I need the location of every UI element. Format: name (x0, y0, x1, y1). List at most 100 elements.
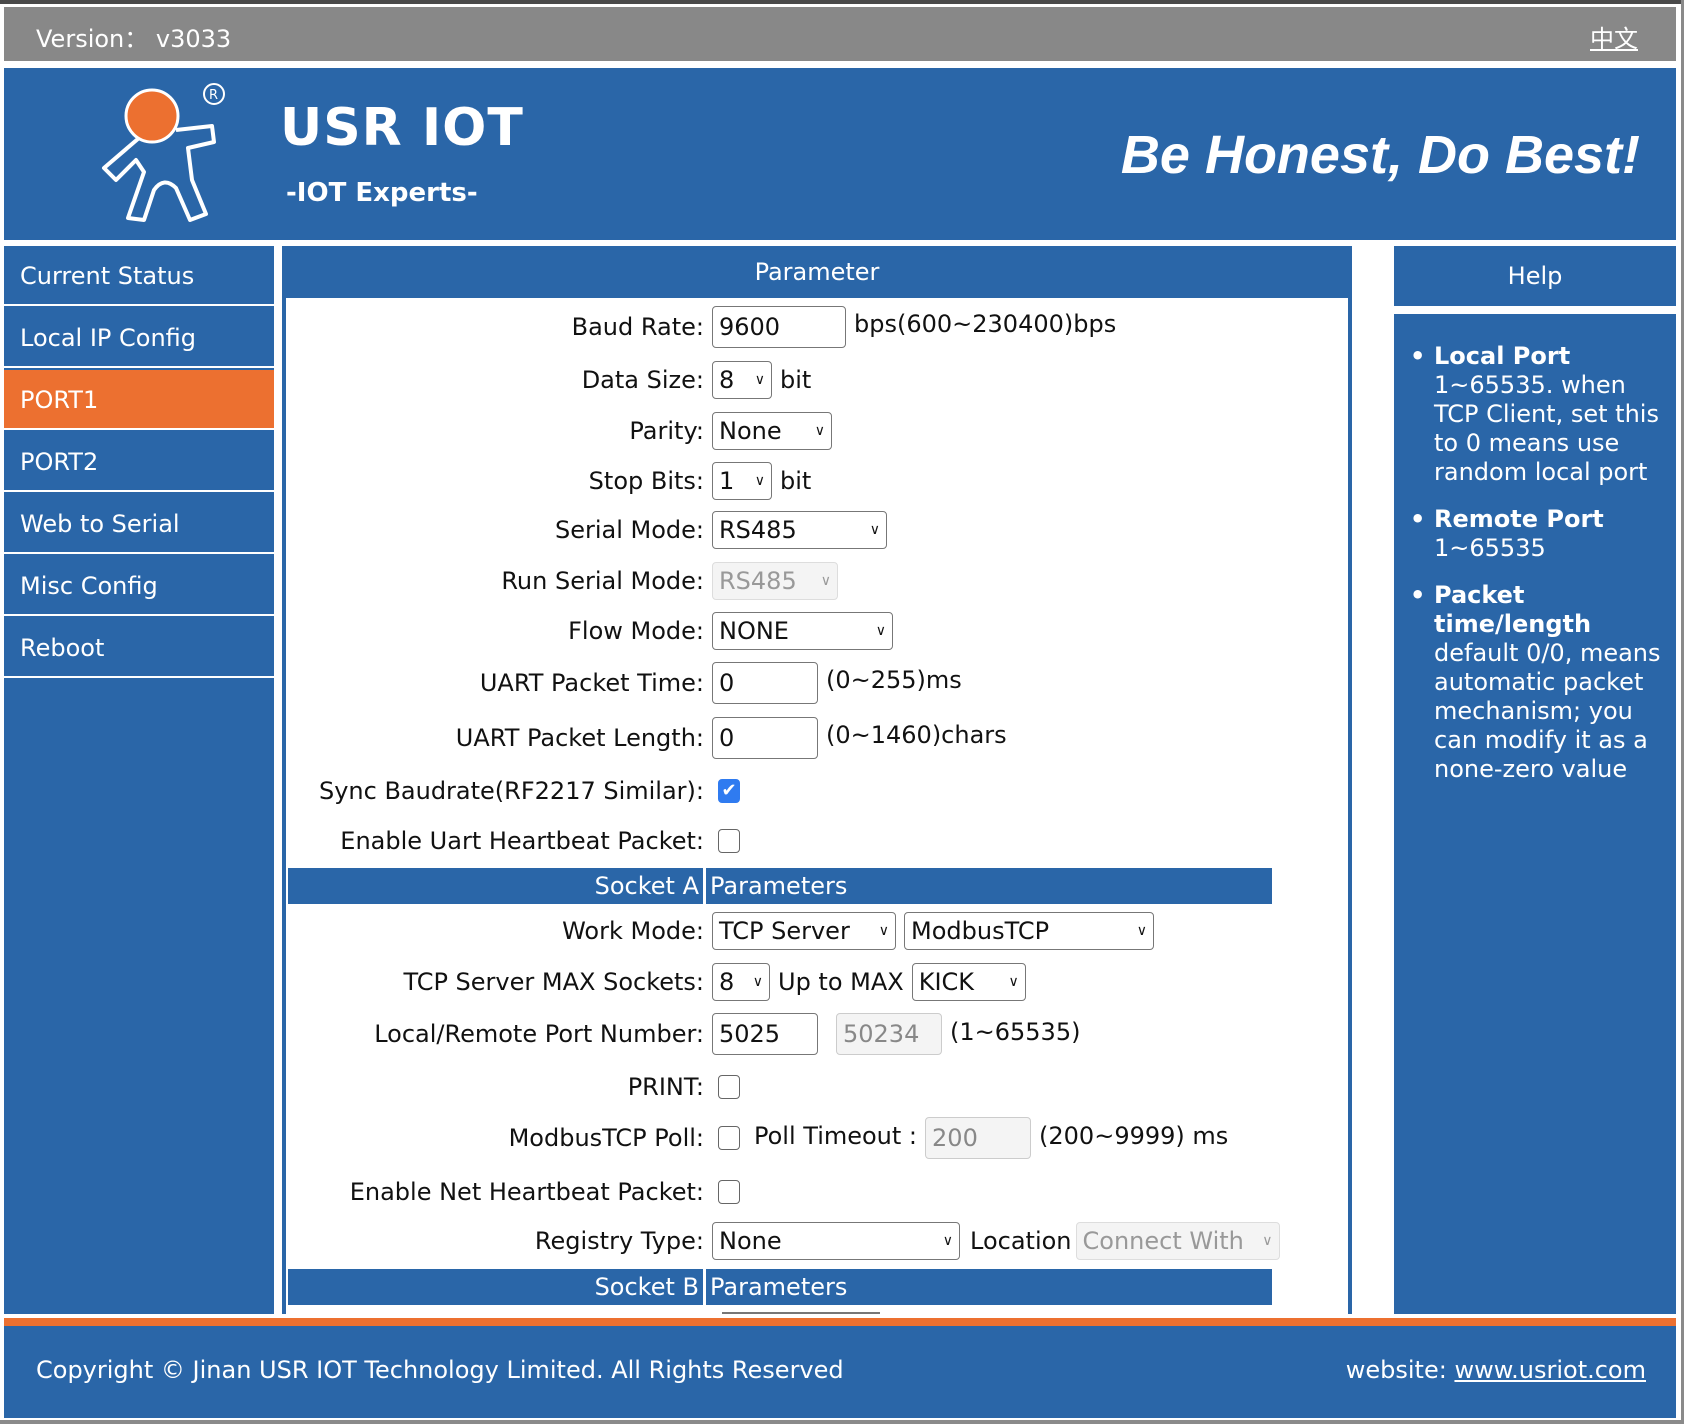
run-serial-mode-row: Run Serial Mode: RS485 ∨ (286, 559, 1348, 603)
uart-packet-length-label: UART Packet Length: (455, 724, 704, 752)
chevron-down-icon: ∨ (754, 473, 765, 489)
print-checkbox[interactable] (718, 1075, 740, 1099)
parity-value: None (719, 417, 782, 445)
flow-mode-label: Flow Mode: (568, 617, 704, 645)
parameter-panel-title: Parameter (754, 258, 880, 286)
sidebar-item-current-status[interactable]: Current Status (4, 246, 274, 306)
chevron-down-icon: ∨ (869, 522, 880, 538)
website-link[interactable]: www.usriot.com (1454, 1356, 1646, 1384)
chevron-down-icon: ∨ (814, 423, 825, 439)
uart-packet-time-label: UART Packet Time: (479, 669, 704, 697)
window-bottom-edge (0, 1420, 1684, 1424)
baud-rate-row: Baud Rate: 9600 bps(600~230400)bps (286, 305, 1348, 349)
help-item-remote-port: • Remote Port 1~65535 (1410, 505, 1666, 563)
sidebar-item-misc-config[interactable]: Misc Config (4, 556, 274, 616)
uart-packet-length-input[interactable]: 0 (712, 717, 818, 759)
uart-heartbeat-checkbox[interactable] (718, 829, 740, 853)
brand-subtitle: -IOT Experts- (286, 178, 478, 208)
uart-packet-length-hint: (0~1460)chars (826, 721, 1007, 749)
baud-rate-hint: bps(600~230400)bps (854, 310, 1117, 338)
print-row: PRINT: (286, 1065, 1348, 1109)
modbus-poll-label: ModbusTCP Poll: (508, 1124, 704, 1152)
flow-mode-select[interactable]: NONE ∨ (712, 612, 893, 650)
socket-b-section-header: Socket B Parameters (288, 1269, 1272, 1305)
port-number-hint: (1~65535) (950, 1018, 1081, 1046)
language-switch-link[interactable]: 中文 (1590, 19, 1638, 54)
sidebar-item-reboot[interactable]: Reboot (4, 618, 274, 678)
sidebar-item-port2[interactable]: PORT2 (4, 432, 274, 492)
uart-packet-time-hint: (0~255)ms (826, 666, 962, 694)
stop-bits-row: Stop Bits: 1 ∨ bit (286, 459, 1348, 503)
print-label: PRINT: (627, 1073, 704, 1101)
socket-a-section-header: Socket A Parameters (288, 868, 1272, 904)
parameter-panel: Parameter Baud Rate: 9600 bps(600~230400… (282, 246, 1352, 1314)
uart-heartbeat-row: Enable Uart Heartbeat Packet: (286, 819, 1348, 863)
local-port-input[interactable]: 5025 (712, 1013, 818, 1055)
data-size-select[interactable]: 8 ∨ (712, 361, 772, 399)
parity-select[interactable]: None ∨ (712, 412, 832, 450)
work-mode-row: Work Mode: TCP Server ∨ ModbusTCP ∨ (286, 909, 1348, 953)
help-item-text: default 0/0, means automatic packet mech… (1434, 639, 1661, 783)
data-size-row: Data Size: 8 ∨ bit (286, 358, 1348, 402)
stop-bits-select[interactable]: 1 ∨ (712, 462, 772, 500)
svg-text:R: R (209, 88, 218, 103)
help-item-title: Local Port (1434, 342, 1571, 370)
help-item-local-port: • Local Port 1~65535. when TCP Client, s… (1410, 342, 1666, 487)
uart-packet-time-input[interactable]: 0 (712, 662, 818, 704)
socket-a-section-title: Socket A (288, 868, 706, 904)
max-sockets-value: 8 (719, 968, 735, 996)
bullet-icon: • (1410, 581, 1426, 609)
parameter-form: Baud Rate: 9600 bps(600~230400)bps Data … (286, 298, 1348, 1314)
location-label: Location (970, 1227, 1072, 1255)
registry-type-value: None (719, 1227, 782, 1255)
slogan: Be Honest, Do Best! (1120, 125, 1640, 185)
work-mode-select[interactable]: TCP Server ∨ (712, 912, 896, 950)
parity-row: Parity: None ∨ (286, 409, 1348, 453)
site-header: R USR IOT -IOT Experts- Be Honest, Do Be… (4, 68, 1676, 240)
chevron-down-icon: ∨ (942, 1233, 953, 1249)
max-action-select[interactable]: KICK ∨ (911, 963, 1026, 1001)
protocol-value: ModbusTCP (911, 917, 1050, 945)
help-item-title: Packet time/length (1434, 581, 1592, 638)
website-info: website: www.usriot.com (1346, 1356, 1646, 1384)
max-sockets-select[interactable]: 8 ∨ (712, 963, 770, 1001)
flow-mode-value: NONE (719, 617, 789, 645)
registry-type-select[interactable]: None ∨ (712, 1222, 960, 1260)
serial-mode-select[interactable]: RS485 ∨ (712, 511, 887, 549)
uart-packet-time-row: UART Packet Time: 0 (0~255)ms (286, 661, 1348, 705)
max-sockets-row: TCP Server MAX Sockets: 8 ∨ Up to MAX KIC… (286, 960, 1348, 1004)
bullet-icon: • (1410, 342, 1426, 370)
chevron-down-icon: ∨ (1262, 1233, 1273, 1249)
help-item-text: 1~65535. when TCP Client, set this to 0 … (1434, 371, 1659, 486)
modbus-poll-checkbox[interactable] (718, 1126, 740, 1150)
partially-visible-field (722, 1312, 880, 1314)
poll-timeout-input: 200 (925, 1117, 1032, 1159)
uart-packet-length-row: UART Packet Length: 0 (0~1460)chars (286, 716, 1348, 760)
parity-label: Parity: (629, 417, 704, 445)
sidebar-item-web-to-serial[interactable]: Web to Serial (4, 494, 274, 554)
socket-b-section-subtitle: Parameters (710, 1273, 848, 1301)
poll-timeout-label: Poll Timeout : (754, 1122, 918, 1150)
baud-rate-input[interactable]: 9600 (712, 306, 846, 348)
registry-type-label: Registry Type: (534, 1227, 704, 1255)
net-heartbeat-label: Enable Net Heartbeat Packet: (349, 1178, 704, 1206)
modbus-poll-row: ModbusTCP Poll: Poll Timeout : 200 (200~… (286, 1116, 1348, 1160)
serial-mode-row: Serial Mode: RS485 ∨ (286, 508, 1348, 552)
data-size-unit: bit (780, 366, 812, 394)
site-footer: Copyright © Jinan USR IOT Technology Lim… (4, 1326, 1676, 1418)
website-label: website: (1345, 1356, 1447, 1384)
sync-baudrate-label: Sync Baudrate(RF2217 Similar): (318, 777, 704, 805)
protocol-select[interactable]: ModbusTCP ∨ (904, 912, 1154, 950)
sidebar-item-port1[interactable]: PORT1 (4, 370, 274, 430)
run-serial-mode-label: Run Serial Mode: (501, 567, 704, 595)
max-action-value: KICK (918, 968, 975, 996)
data-size-label: Data Size: (581, 366, 704, 394)
sync-baudrate-checkbox[interactable]: ✔ (718, 779, 740, 803)
net-heartbeat-checkbox[interactable] (718, 1180, 740, 1204)
copyright-text: Copyright © Jinan USR IOT Technology Lim… (36, 1356, 844, 1384)
registry-type-row: Registry Type: None ∨ Location Connect Wi… (286, 1219, 1348, 1263)
serial-mode-value: RS485 (719, 516, 797, 544)
footer-divider (4, 1318, 1676, 1326)
sidebar-item-local-ip-config[interactable]: Local IP Config (4, 308, 274, 368)
sidebar-nav: Current Status Local IP Config PORT1 POR… (4, 246, 274, 1314)
